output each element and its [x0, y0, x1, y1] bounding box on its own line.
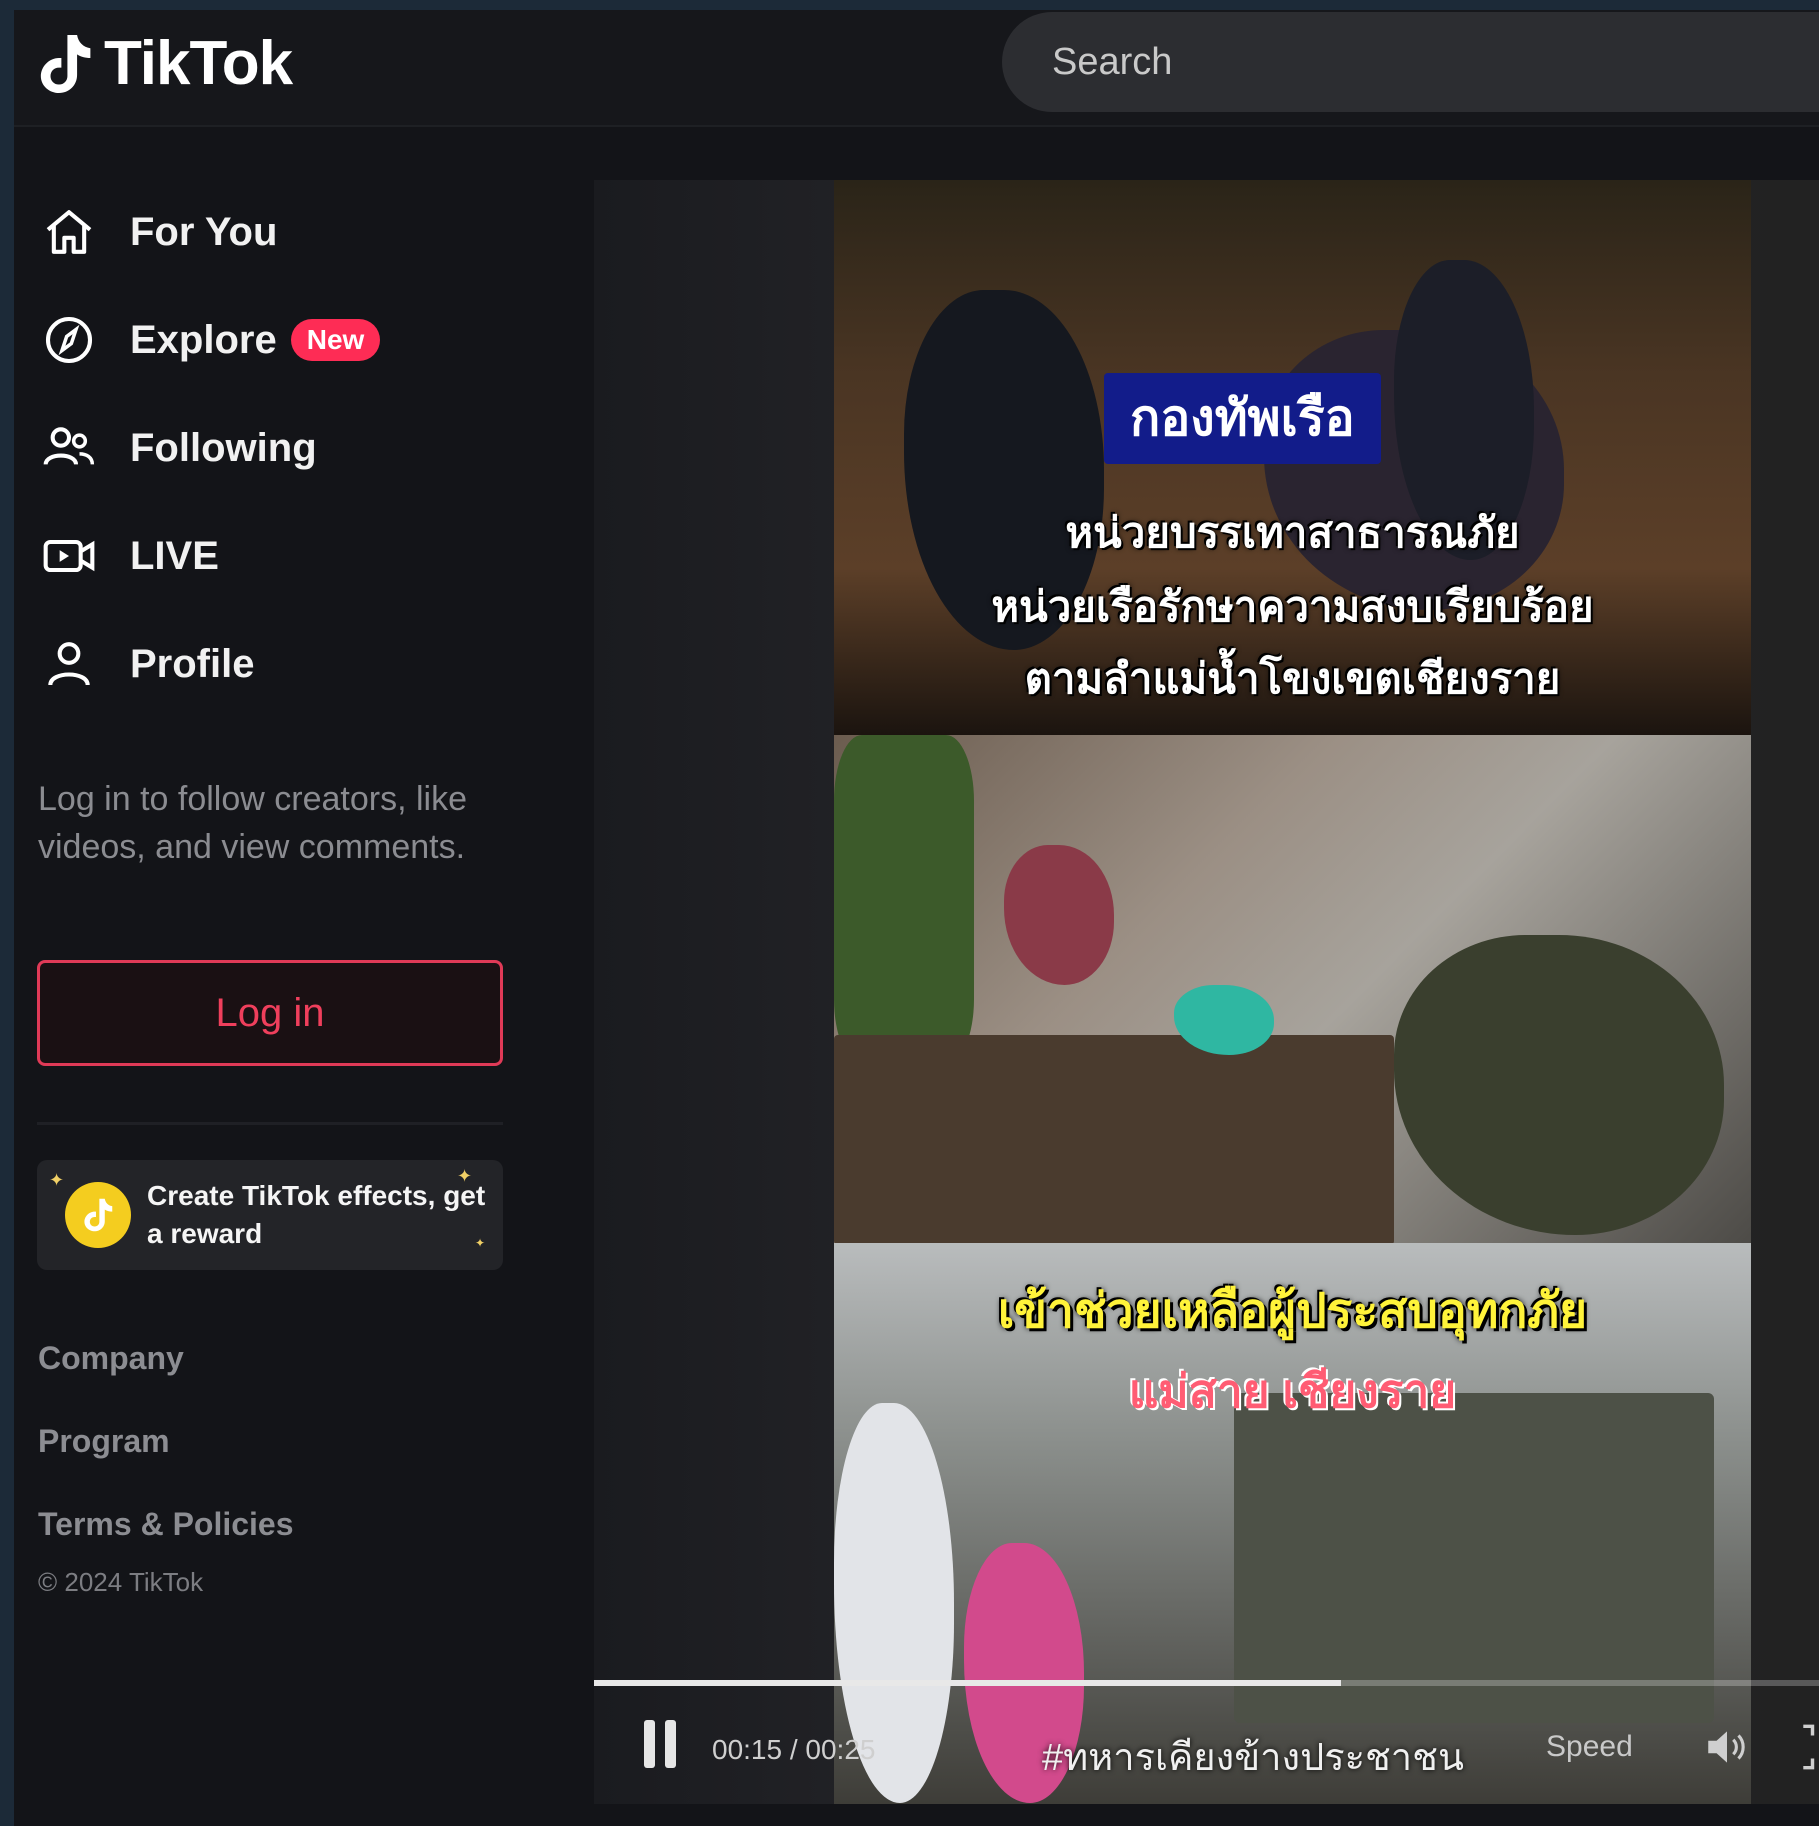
video-caption-line: ตามลำแม่น้ำโขงเขตเชียงราย: [1024, 655, 1561, 702]
home-icon: [36, 199, 102, 265]
following-icon: [36, 415, 102, 481]
effects-icon: [65, 1182, 131, 1248]
person-woman: [1004, 845, 1114, 985]
promo-text: Create TikTok effects, get a reward: [147, 1180, 486, 1249]
video-player[interactable]: กองทัพเรือ หน่วยบรรเทาสาธารณภัย หน่วยเรื…: [594, 180, 1819, 1804]
video-caption-place: แม่สาย เชียงราย: [1128, 1365, 1457, 1417]
sidebar-item-following[interactable]: Following: [36, 394, 380, 502]
sidebar-item-label: Explore: [130, 317, 277, 362]
video-caption-line: หน่วยบรรเทาสาธารณภัย: [1065, 509, 1520, 556]
sidebar-divider: [37, 1122, 503, 1125]
pause-icon[interactable]: [644, 1720, 676, 1768]
sidebar-item-profile[interactable]: Profile: [36, 610, 380, 718]
speed-button[interactable]: Speed: [1546, 1730, 1633, 1764]
sidebar-item-explore[interactable]: Explore New: [36, 286, 381, 394]
video-caption-help: เข้าช่วยเหลือผู้ประสบอุทกภัย: [997, 1285, 1588, 1338]
profile-icon: [36, 631, 102, 697]
video-caption-line: หน่วยเรือรักษาความสงบเรียบร้อย: [991, 583, 1594, 630]
new-badge: New: [290, 319, 381, 361]
search-input[interactable]: [1050, 39, 1754, 85]
table: [834, 1035, 1394, 1243]
sidebar-item-label: LIVE: [130, 533, 219, 578]
sparkle-icon: ✦: [475, 1236, 486, 1250]
copyright: © 2024 TikTok: [38, 1567, 204, 1597]
sparkle-icon: ✦: [457, 1166, 473, 1186]
footer-link-company[interactable]: Company: [38, 1340, 294, 1423]
login-button[interactable]: Log in: [37, 960, 503, 1066]
truck: [1234, 1393, 1714, 1723]
volume-icon[interactable]: [1702, 1722, 1752, 1777]
soldiers: [1394, 935, 1724, 1235]
video-frame[interactable]: กองทัพเรือ หน่วยบรรเทาสาธารณภัย หน่วยเรื…: [834, 180, 1751, 1804]
tiktok-logo-icon: [40, 34, 91, 93]
compass-icon: [36, 307, 102, 373]
tiktok-logo[interactable]: TikTok: [36, 28, 293, 99]
video-scene-aid-handover: [834, 735, 1751, 1243]
window-left-edge: [0, 0, 14, 1826]
video-hashtag[interactable]: #ทหารเคียงข้างประชาชน: [1042, 1726, 1464, 1787]
sparkle-icon: ✦: [49, 1170, 65, 1190]
live-camera-icon: [36, 523, 102, 589]
video-controls: 00:15 / 00:25 #ทหารเคียงข้างประชาชน Spee…: [594, 1712, 1819, 1792]
tree-foliage: [834, 735, 974, 1065]
video-caption-title: กองทัพเรือ: [1104, 373, 1381, 464]
sidebar-item-live[interactable]: LIVE: [36, 502, 380, 610]
footer-link-program[interactable]: Program: [38, 1423, 294, 1506]
sidebar-item-label: Profile: [130, 641, 255, 686]
effects-promo-card[interactable]: ✦ ✦ ✦ Create TikTok effects, get a rewar…: [37, 1160, 503, 1270]
brand-name: TikTok: [104, 29, 293, 98]
window-top-edge: [0, 0, 1819, 10]
video-scene-boat-rescue: กองทัพเรือ หน่วยบรรเทาสาธารณภัย หน่วยเรื…: [834, 180, 1751, 735]
search-bar[interactable]: [1002, 12, 1819, 112]
video-time: 00:15 / 00:25: [712, 1734, 876, 1765]
sidebar-item-label: For You: [130, 209, 278, 254]
login-hint: Log in to follow creators, like videos, …: [38, 780, 467, 866]
footer-links: Company Program Terms & Policies: [38, 1340, 294, 1589]
video-progress-fill: [594, 1680, 1342, 1686]
top-bar: TikTok: [14, 10, 1819, 127]
sidebar-item-label: Following: [130, 425, 317, 470]
sidebar-item-for-you[interactable]: For You: [36, 178, 380, 286]
fullscreen-icon[interactable]: [1786, 1724, 1816, 1775]
video-progress-bar[interactable]: [594, 1680, 1819, 1686]
sidebar-nav: For You Explore New Following LIVE Profi…: [36, 178, 381, 718]
